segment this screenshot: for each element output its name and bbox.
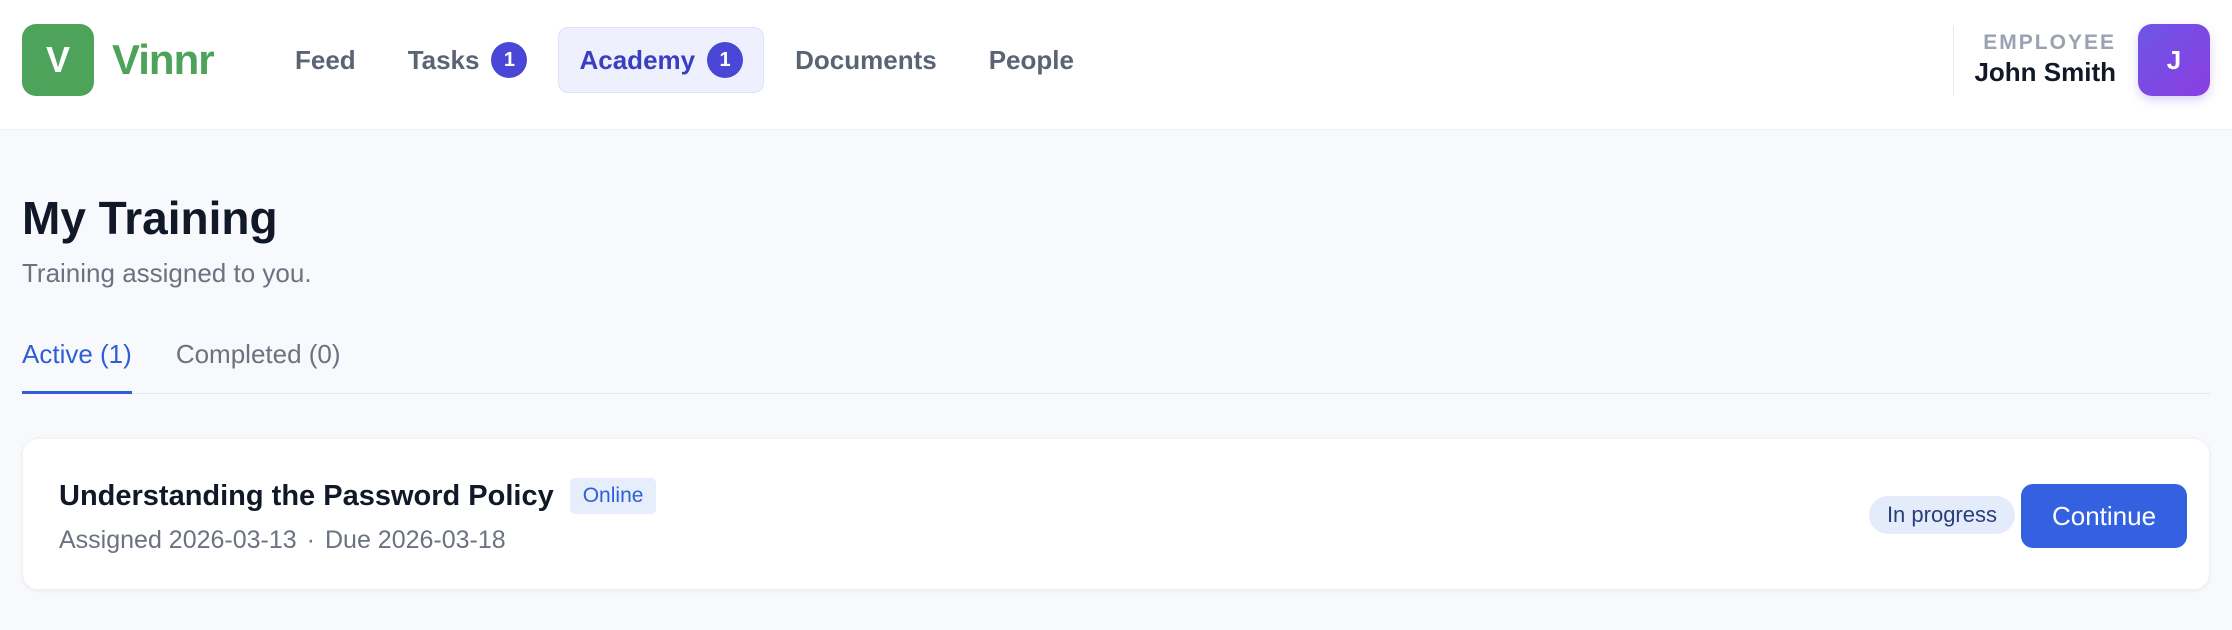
course-title: Understanding the Password Policy <box>59 480 554 512</box>
nav-item-people[interactable]: People <box>968 27 1095 93</box>
nav-item-tasks[interactable]: Tasks 1 <box>387 27 549 93</box>
header-divider <box>1953 26 1954 96</box>
status-badge: In progress <box>1868 496 2015 534</box>
top-navigation-bar: V Vinnr Feed Tasks 1 Academy 1 Documents… <box>0 0 2232 130</box>
course-dates: Assigned 2026-03-13 · Due 2026-03-18 <box>59 523 506 557</box>
nav-item-label: Academy <box>579 44 696 75</box>
academy-count-badge: 1 <box>707 42 744 78</box>
nav-item-label: Tasks <box>407 44 480 75</box>
main-nav: Feed Tasks 1 Academy 1 Documents People <box>274 27 1105 93</box>
course-header: Understanding the Password Policy Online <box>59 477 657 515</box>
nav-item-academy[interactable]: Academy 1 <box>558 27 765 93</box>
tab-active[interactable]: Active (1) <box>22 332 132 394</box>
user-info: EMPLOYEE John Smith <box>1974 30 2116 88</box>
user-name: John Smith <box>1974 57 2116 87</box>
nav-item-documents[interactable]: Documents <box>774 27 958 93</box>
nav-item-label: Feed <box>295 44 356 75</box>
tasks-count-badge: 1 <box>491 42 528 78</box>
nav-item-feed[interactable]: Feed <box>274 27 377 93</box>
page-title: My Training <box>22 192 278 244</box>
user-role: EMPLOYEE <box>1983 31 2116 54</box>
continue-button[interactable]: Continue <box>2021 484 2187 548</box>
training-tabs: Active (1) Completed (0) <box>22 332 2210 394</box>
assigned-date: Assigned 2026-03-13 <box>59 526 297 554</box>
brand-name[interactable]: Vinnr <box>112 30 215 90</box>
brand-logo-icon[interactable]: V <box>22 24 94 96</box>
format-badge: Online <box>569 478 657 514</box>
avatar-initial: J <box>2166 44 2182 75</box>
training-card: Understanding the Password Policy Online… <box>22 438 2210 590</box>
user-avatar[interactable]: J <box>2138 24 2210 96</box>
nav-item-label: Documents <box>795 44 937 75</box>
nav-item-label: People <box>988 44 1074 75</box>
due-date: Due 2026-03-18 <box>325 526 506 554</box>
page-subtitle: Training assigned to you. <box>22 258 312 288</box>
logo-letter: V <box>45 39 70 80</box>
tab-completed[interactable]: Completed (0) <box>176 332 341 394</box>
meta-separator: · <box>306 526 315 554</box>
